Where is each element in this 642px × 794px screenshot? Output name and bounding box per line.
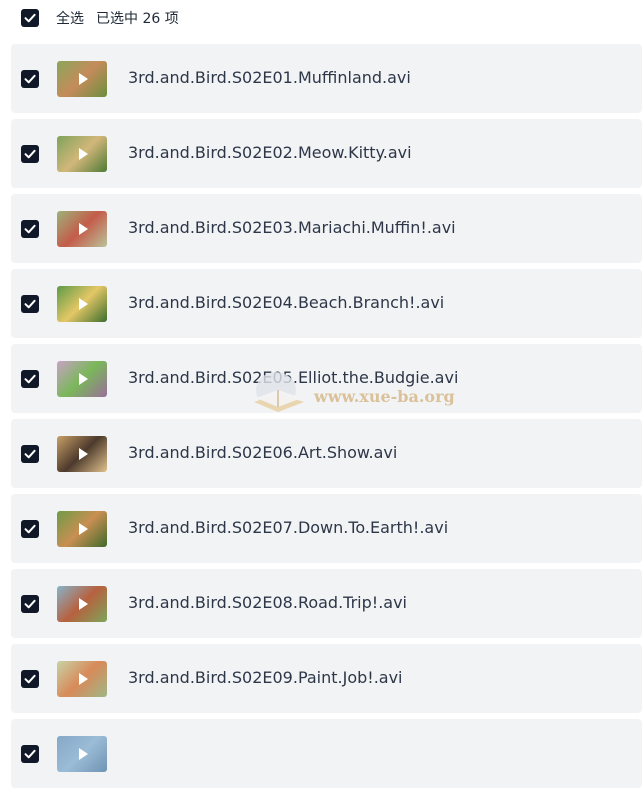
file-checkbox[interactable] — [21, 520, 39, 538]
checkmark-icon — [24, 224, 36, 234]
file-row[interactable]: 3rd.and.Bird.S02E04.Beach.Branch!.avi — [11, 269, 642, 338]
video-thumbnail[interactable] — [57, 511, 107, 547]
play-icon — [79, 373, 88, 385]
select-all-checkbox[interactable] — [21, 9, 39, 27]
checkmark-icon — [24, 674, 36, 684]
checkmark-icon — [24, 299, 36, 309]
file-list: 3rd.and.Bird.S02E01.Muffinland.avi 3rd.an… — [11, 44, 642, 794]
video-thumbnail[interactable] — [57, 136, 107, 172]
video-thumbnail[interactable] — [57, 211, 107, 247]
selection-header: 全选 已选中 26 项 — [0, 0, 642, 36]
video-thumbnail[interactable] — [57, 286, 107, 322]
file-name: 3rd.and.Bird.S02E09.Paint.Job!.avi — [128, 668, 403, 687]
file-checkbox[interactable] — [21, 595, 39, 613]
checkmark-icon — [24, 374, 36, 384]
checkmark-icon — [24, 74, 36, 84]
checkmark-icon — [24, 749, 36, 759]
file-row[interactable]: 3rd.and.Bird.S02E08.Road.Trip!.avi — [11, 569, 642, 638]
file-checkbox[interactable] — [21, 295, 39, 313]
file-row[interactable] — [11, 719, 642, 788]
play-icon — [79, 448, 88, 460]
video-thumbnail[interactable] — [57, 361, 107, 397]
file-row[interactable]: 3rd.and.Bird.S02E01.Muffinland.avi — [11, 44, 642, 113]
file-row[interactable]: 3rd.and.Bird.S02E05.Elliot.the.Budgie.av… — [11, 344, 642, 413]
file-name: 3rd.and.Bird.S02E08.Road.Trip!.avi — [128, 593, 407, 612]
video-thumbnail[interactable] — [57, 61, 107, 97]
play-icon — [79, 523, 88, 535]
play-icon — [79, 598, 88, 610]
file-checkbox[interactable] — [21, 445, 39, 463]
file-row[interactable]: 3rd.and.Bird.S02E02.Meow.Kitty.avi — [11, 119, 642, 188]
file-name: 3rd.and.Bird.S02E05.Elliot.the.Budgie.av… — [128, 368, 459, 387]
file-row[interactable]: 3rd.and.Bird.S02E09.Paint.Job!.avi — [11, 644, 642, 713]
play-icon — [79, 673, 88, 685]
file-checkbox[interactable] — [21, 70, 39, 88]
file-name: 3rd.and.Bird.S02E03.Mariachi.Muffin!.avi — [128, 218, 456, 237]
video-thumbnail[interactable] — [57, 586, 107, 622]
checkmark-icon — [24, 13, 36, 23]
play-icon — [79, 748, 88, 760]
play-icon — [79, 298, 88, 310]
video-thumbnail[interactable] — [57, 736, 107, 772]
checkmark-icon — [24, 599, 36, 609]
select-all-label[interactable]: 全选 — [56, 8, 84, 28]
file-checkbox[interactable] — [21, 220, 39, 238]
file-name: 3rd.and.Bird.S02E01.Muffinland.avi — [128, 68, 411, 87]
checkmark-icon — [24, 524, 36, 534]
file-name: 3rd.and.Bird.S02E07.Down.To.Earth!.avi — [128, 518, 449, 537]
video-thumbnail[interactable] — [57, 661, 107, 697]
play-icon — [79, 73, 88, 85]
file-checkbox[interactable] — [21, 670, 39, 688]
play-icon — [79, 223, 88, 235]
file-checkbox[interactable] — [21, 145, 39, 163]
checkmark-icon — [24, 449, 36, 459]
file-name: 3rd.and.Bird.S02E06.Art.Show.avi — [128, 443, 398, 462]
file-name: 3rd.and.Bird.S02E02.Meow.Kitty.avi — [128, 143, 412, 162]
selected-count-label: 已选中 26 项 — [96, 11, 179, 27]
video-thumbnail[interactable] — [57, 436, 107, 472]
file-checkbox[interactable] — [21, 370, 39, 388]
file-row[interactable]: 3rd.and.Bird.S02E03.Mariachi.Muffin!.avi — [11, 194, 642, 263]
checkmark-icon — [24, 149, 36, 159]
file-row[interactable]: 3rd.and.Bird.S02E06.Art.Show.avi — [11, 419, 642, 488]
file-name: 3rd.and.Bird.S02E04.Beach.Branch!.avi — [128, 293, 445, 312]
play-icon — [79, 148, 88, 160]
file-row[interactable]: 3rd.and.Bird.S02E07.Down.To.Earth!.avi — [11, 494, 642, 563]
file-checkbox[interactable] — [21, 745, 39, 763]
